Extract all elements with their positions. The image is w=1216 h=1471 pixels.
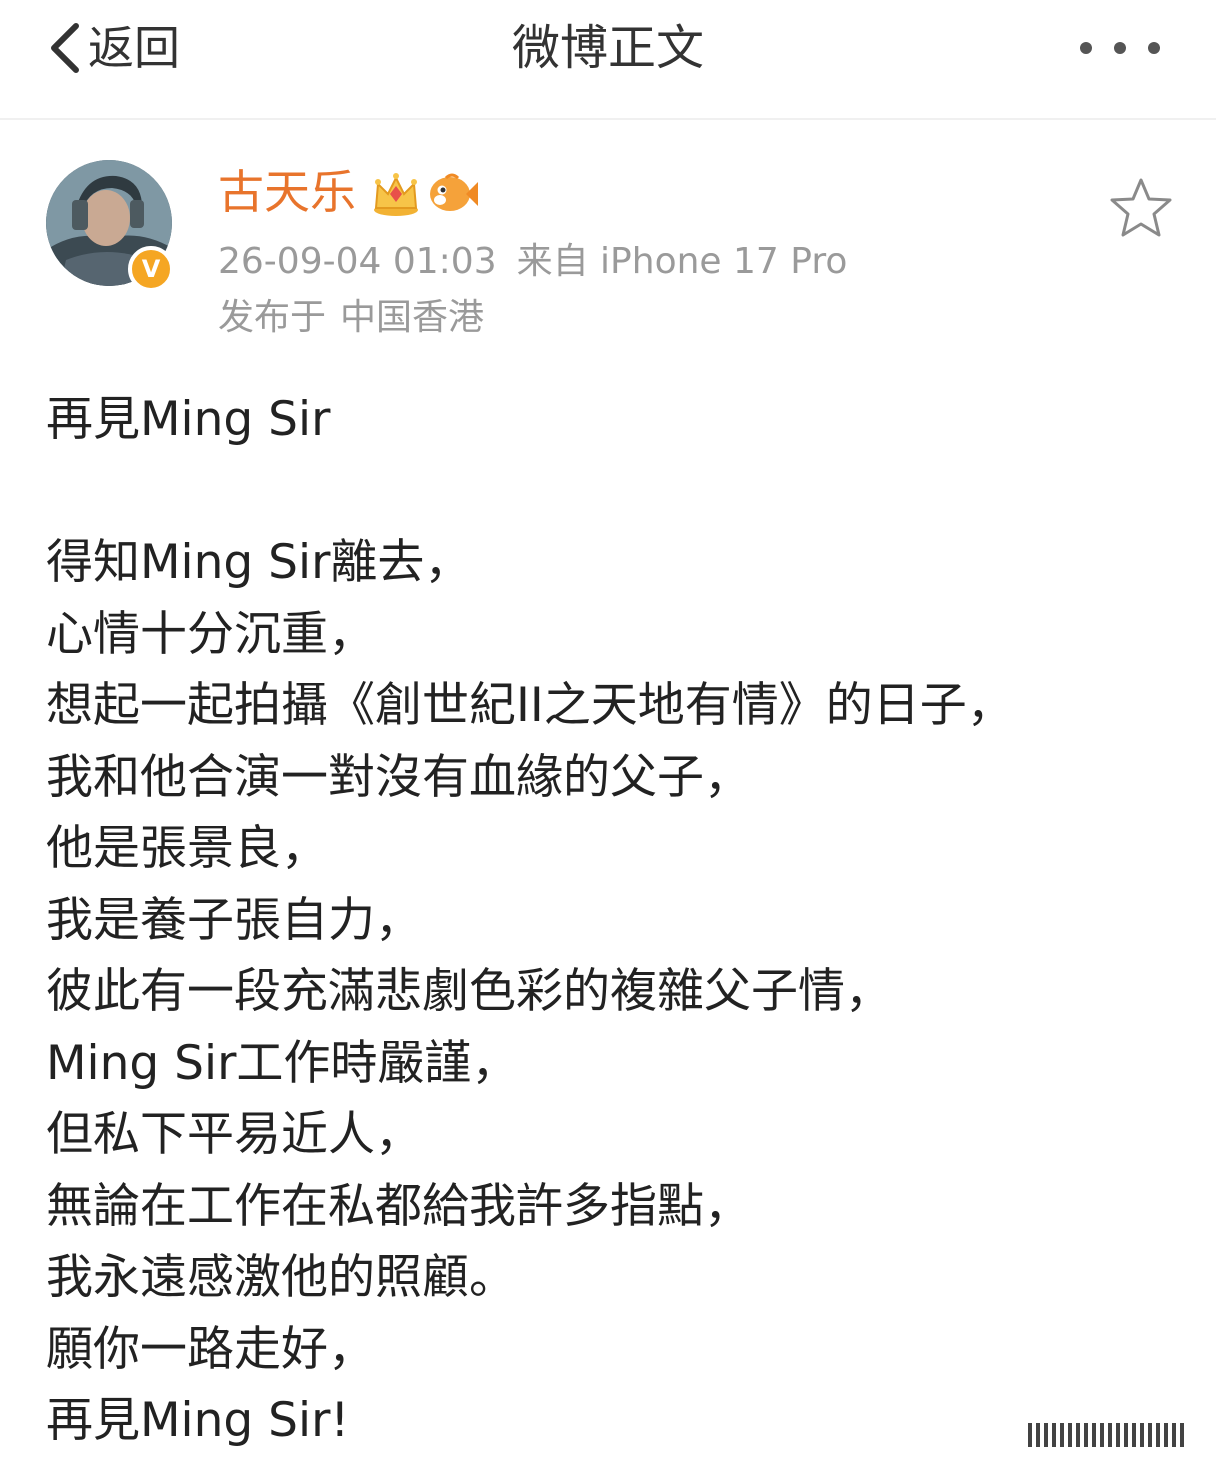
verified-badge: V bbox=[128, 246, 174, 292]
post-line: 我永遠感激他的照顧。 bbox=[46, 1250, 516, 1305]
page-title: 微博正文 bbox=[511, 20, 704, 76]
fish-icon bbox=[430, 173, 478, 211]
post-line: 得知Ming Sir離去， bbox=[46, 535, 472, 590]
more-dot bbox=[1114, 42, 1126, 54]
watermark bbox=[1028, 1423, 1188, 1447]
post-line: 想起一起拍攝《創世紀II之天地有情》的日子， bbox=[46, 678, 1014, 733]
verified-mark: V bbox=[141, 255, 161, 283]
crown-icon bbox=[374, 173, 418, 216]
post-source: 来自 iPhone 17 Pro bbox=[516, 241, 848, 282]
post-line: Ming Sir工作時嚴謹， bbox=[46, 1035, 519, 1091]
post-line: 彼此有一段充滿悲劇色彩的複雜父子情， bbox=[46, 964, 892, 1019]
post-line: 我和他合演一對沒有血緣的父子， bbox=[46, 749, 751, 805]
more-dot bbox=[1148, 42, 1160, 54]
post-line: 再見Ming Sir! bbox=[46, 1393, 350, 1448]
location-prefix: 发布于 bbox=[218, 297, 327, 338]
more-options-button[interactable] bbox=[1080, 34, 1160, 62]
post-line: 願你一路走好， bbox=[46, 1321, 375, 1377]
location-value: 中国香港 bbox=[340, 297, 485, 338]
post-line: 他是張景良， bbox=[46, 821, 328, 876]
post-time: 26-09-04 01:03 bbox=[218, 241, 497, 282]
top-navigation-bar: 返回 微博正文 bbox=[0, 0, 1216, 120]
post-location: 发布于 中国香港 bbox=[218, 294, 484, 342]
post-line: 無論在工作在私都給我許多指點， bbox=[46, 1178, 751, 1234]
post-line: 心情十分沉重， bbox=[46, 606, 375, 662]
post-meta: 26-09-04 01:03 来自 iPhone 17 Pro bbox=[218, 238, 847, 286]
star-outline-icon[interactable] bbox=[1108, 176, 1174, 240]
post-title-line: 再見Ming Sir bbox=[46, 392, 331, 447]
more-dot bbox=[1080, 42, 1092, 54]
author-name[interactable]: 古天乐 bbox=[218, 164, 356, 220]
post-line: 我是養子張自力， bbox=[46, 892, 422, 948]
post-content: 再見Ming Sir 得知Ming Sir離去， 心情十分沉重， 想起一起拍攝《… bbox=[46, 384, 1176, 1457]
post-line: 但私下平易近人， bbox=[46, 1107, 422, 1162]
